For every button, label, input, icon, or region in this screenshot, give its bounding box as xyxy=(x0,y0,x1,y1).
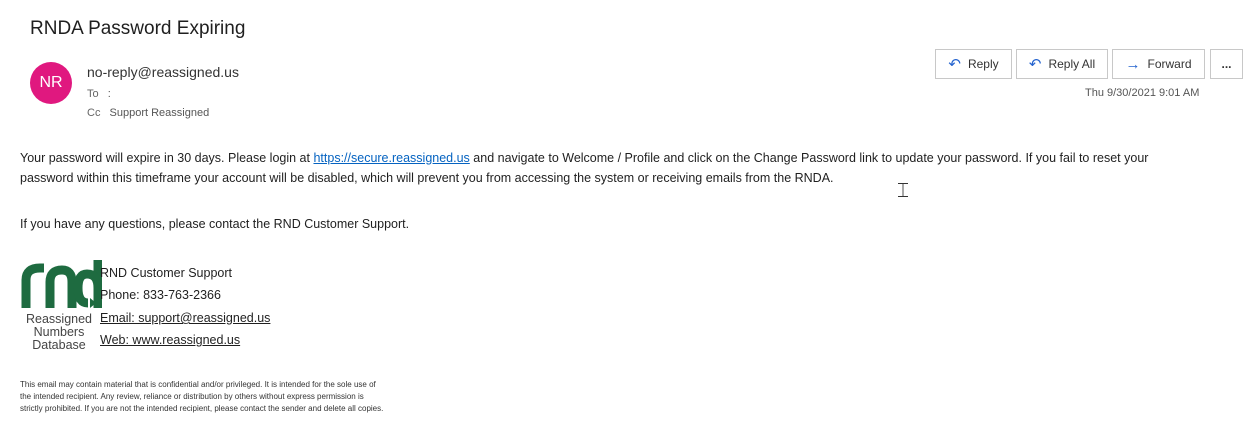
rnd-logo-icon xyxy=(21,260,102,308)
disclaimer-line-3: strictly prohibited. If you are not the … xyxy=(20,404,384,413)
logo-text-database: Database xyxy=(32,338,86,352)
signature-name: RND Customer Support xyxy=(100,266,232,280)
cc-row: Cc Support Reassigned xyxy=(87,107,209,119)
reply-all-label: Reply All xyxy=(1048,57,1096,71)
reply-all-icon: ↶ xyxy=(1028,55,1042,73)
signature-phone: Phone: 833-763-2366 xyxy=(100,288,221,302)
signature-web-link[interactable]: Web: www.reassigned.us xyxy=(100,333,240,347)
more-icon: ... xyxy=(1221,57,1232,71)
body-paragraph-1-line-2: password within this timeframe your acco… xyxy=(20,171,834,185)
cc-recipients[interactable]: Support Reassigned xyxy=(110,107,210,119)
forward-icon: → xyxy=(1125,55,1141,73)
forward-label: Forward xyxy=(1147,57,1192,71)
avatar-initials: NR xyxy=(39,74,63,91)
disclaimer-line-2: the intended recipient. Any review, reli… xyxy=(20,392,364,401)
logo-text-reassigned: Reassigned xyxy=(25,312,92,326)
body-paragraph-1-line-1: Your password will expire in 30 days. Pl… xyxy=(20,148,1148,168)
reply-button[interactable]: ↶ Reply xyxy=(935,49,1012,79)
body-text-after-link: and navigate to Welcome / Profile and cl… xyxy=(473,151,1149,165)
received-date: Thu 9/30/2021 9:01 AM xyxy=(1085,87,1200,99)
to-recipients[interactable]: : xyxy=(108,88,111,100)
cc-label: Cc xyxy=(87,107,101,119)
to-label: To xyxy=(87,88,99,100)
to-row: To : xyxy=(87,88,111,100)
secure-login-link[interactable]: https://secure.reassigned.us xyxy=(313,151,469,165)
reply-label: Reply xyxy=(967,57,999,71)
reply-all-button[interactable]: ↶ Reply All xyxy=(1016,49,1108,79)
forward-button[interactable]: → Forward xyxy=(1112,49,1205,79)
body-paragraph-2: If you have any questions, please contac… xyxy=(20,217,410,231)
body-text-before-link: Your password will expire in 30 days. Pl… xyxy=(20,151,310,165)
signature-email-link[interactable]: Email: support@reassigned.us xyxy=(100,311,270,325)
text-cursor-icon: ⌶ xyxy=(897,178,909,202)
sender-address[interactable]: no-reply@reassigned.us xyxy=(87,64,239,80)
email-subject: RNDA Password Expiring xyxy=(30,18,246,39)
more-actions-button[interactable]: ... xyxy=(1210,49,1243,79)
sender-avatar: NR xyxy=(30,62,72,104)
disclaimer-line-1: This email may contain material that is … xyxy=(20,380,376,389)
disclaimer: This email may contain material that is … xyxy=(20,379,383,415)
logo-text-numbers: Numbers xyxy=(33,325,85,339)
reply-icon: ↶ xyxy=(948,55,961,73)
